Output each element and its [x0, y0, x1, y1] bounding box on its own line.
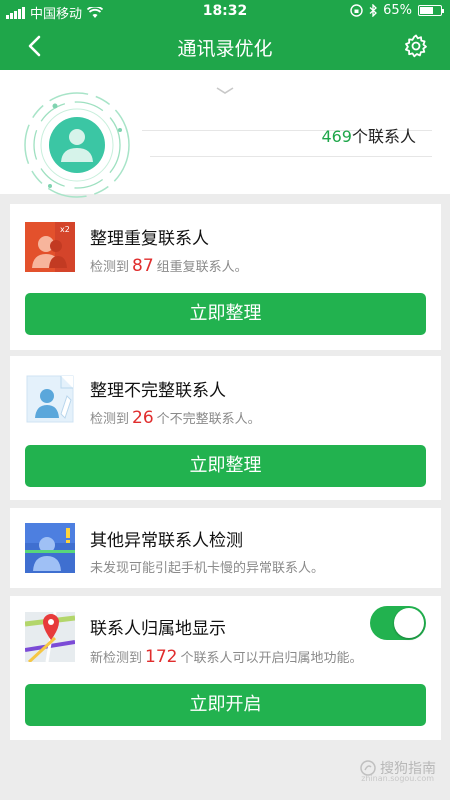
organize-incomplete-button[interactable]: 立即整理	[25, 445, 426, 487]
card-title: 其他异常联系人检测	[90, 531, 243, 551]
card-title: 整理重复联系人	[90, 229, 209, 249]
map-pin-icon	[25, 612, 75, 662]
bluetooth-icon	[369, 4, 378, 17]
card-title: 联系人归属地显示	[90, 619, 226, 639]
contacts-radar-avatar	[24, 92, 130, 198]
gear-icon[interactable]	[404, 34, 428, 58]
divider	[150, 156, 432, 157]
card-description: 未发现可能引起手机卡慢的异常联系人。	[90, 561, 325, 576]
battery-icon	[418, 5, 444, 16]
contact-count: 469个联系人	[321, 127, 416, 146]
enable-location-button[interactable]: 立即开启	[25, 684, 426, 726]
abnormal-contacts-card: 其他异常联系人检测 未发现可能引起手机卡慢的异常联系人。	[10, 508, 441, 588]
svg-text:x2: x2	[60, 225, 70, 234]
card-description: 检测到 26 个不完整联系人。	[90, 408, 261, 428]
battery-percent: 65%	[383, 3, 412, 18]
location-toggle[interactable]	[370, 606, 426, 640]
card-title: 整理不完整联系人	[90, 381, 226, 401]
organize-duplicates-button[interactable]: 立即整理	[25, 293, 426, 335]
incomplete-contacts-icon	[26, 375, 74, 423]
incomplete-contacts-card: 整理不完整联系人 检测到 26 个不完整联系人。 立即整理	[10, 356, 441, 500]
contact-location-card: 联系人归属地显示 新检测到 172 个联系人可以开启归属地功能。 立即开启	[10, 596, 441, 740]
chevron-down-icon[interactable]	[216, 86, 234, 96]
card-description: 检测到 87 组重复联系人。	[90, 256, 248, 276]
rotation-lock-icon	[350, 4, 363, 17]
contacts-summary: 469个联系人	[0, 70, 450, 198]
card-description: 新检测到 172 个联系人可以开启归属地功能。	[90, 647, 363, 667]
toggle-knob	[394, 608, 424, 638]
abnormal-contacts-icon	[25, 523, 75, 573]
duplicate-contacts-icon: x2	[25, 222, 75, 272]
page-title: 通讯录优化	[177, 38, 273, 60]
nav-bar: 通讯录优化	[0, 22, 450, 70]
status-bar: 中国移动 18:32 65%	[0, 0, 450, 22]
sogou-watermark: 搜狗指南 zhinan.sogou.com	[360, 760, 436, 783]
duplicate-contacts-card: x2 整理重复联系人 检测到 87 组重复联系人。 立即整理	[10, 204, 441, 350]
